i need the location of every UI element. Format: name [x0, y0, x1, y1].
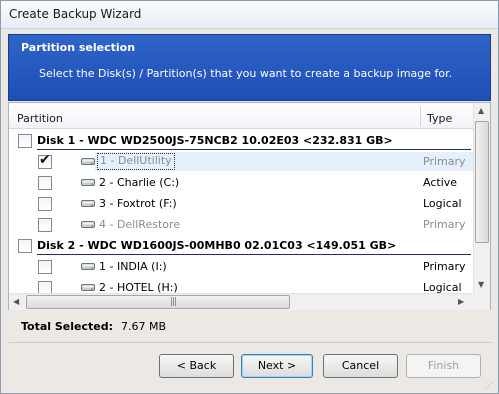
back-button[interactable]: < Back [159, 354, 234, 378]
wizard-header: Partition selection Select the Disk(s) /… [8, 34, 491, 101]
backup-wizard-window: Create Backup Wizard Partition selection… [0, 0, 499, 394]
check-icon: ✔ [39, 152, 51, 168]
partition-label: 4 - DellRestore [99, 218, 181, 231]
partition-label: 3 - Foxtrot (F:) [99, 197, 177, 210]
column-type-header[interactable]: Type [427, 112, 452, 125]
partition-label: 2 - Charlie (C:) [99, 176, 180, 189]
partition-checkbox[interactable] [38, 176, 52, 190]
partition-type: Active [423, 176, 458, 189]
partition-label: 1 - INDIA (I:) [99, 260, 167, 273]
partition-row[interactable]: 1 - INDIA (I:) Primary [9, 256, 473, 277]
horizontal-scrollbar[interactable]: ◀ ||| ▶ [9, 293, 473, 310]
horizontal-scroll-thumb[interactable]: ||| [26, 295, 290, 309]
total-selected-label: Total Selected: [21, 320, 114, 333]
disk-row[interactable]: Disk 1 - WDC WD2500JS-75NCB2 10.02E03 <2… [9, 130, 473, 151]
disk-checkbox[interactable] [18, 239, 32, 253]
hard-drive-icon [81, 218, 95, 230]
scroll-left-icon[interactable]: ◀ [13, 297, 19, 306]
next-button[interactable]: Next > [241, 354, 313, 378]
scroll-grip-icon: ||| [170, 297, 177, 307]
partition-label: 1 - DellUtility [97, 153, 175, 170]
partition-type: Logical [423, 197, 462, 210]
disk-label: Disk 2 - WDC WD1600JS-00MHB0 02.01C03 <1… [37, 239, 397, 252]
partition-checkbox[interactable] [38, 260, 52, 274]
hard-drive-icon [81, 281, 95, 293]
hard-drive-icon [81, 155, 95, 167]
hard-drive-icon [81, 260, 95, 272]
partition-list: Partition Type Disk 1 - WDC WD2500JS-75N… [8, 102, 491, 310]
scroll-down-icon[interactable]: ▼ [478, 280, 484, 289]
column-partition-header[interactable]: Partition [17, 112, 63, 125]
header-description: Select the Disk(s) / Partition(s) that y… [39, 67, 453, 80]
footer-divider [9, 342, 492, 343]
resize-grip-icon[interactable]: ⋰ [485, 381, 493, 390]
partition-type: Primary [423, 155, 466, 168]
vertical-scroll-thumb[interactable] [475, 121, 489, 243]
partition-checkbox[interactable] [38, 218, 52, 232]
disk-separator-line [37, 254, 471, 255]
scroll-corner [473, 293, 490, 310]
disk-row[interactable]: Disk 2 - WDC WD1600JS-00MHB0 02.01C03 <1… [9, 235, 473, 256]
partition-type: Primary [423, 218, 466, 231]
partition-row[interactable]: ✔ 1 - DellUtility Primary [9, 151, 473, 172]
disk-separator-line [37, 149, 471, 150]
vertical-scrollbar[interactable]: ▲ ▼ [473, 103, 490, 293]
partition-row[interactable]: 4 - DellRestore Primary [9, 214, 473, 235]
partition-type: Primary [423, 260, 466, 273]
column-separator[interactable] [420, 107, 421, 126]
cancel-button[interactable]: Cancel [323, 354, 398, 378]
finish-button[interactable]: Finish [406, 354, 481, 378]
column-header: Partition Type [9, 103, 473, 129]
scroll-right-icon[interactable]: ▶ [458, 297, 464, 306]
disk-label: Disk 1 - WDC WD2500JS-75NCB2 10.02E03 <2… [37, 134, 393, 147]
partition-checkbox[interactable] [38, 197, 52, 211]
total-selected-value: 7.67 MB [121, 320, 167, 333]
scroll-up-icon[interactable]: ▲ [478, 106, 484, 115]
partition-checkbox[interactable]: ✔ [38, 152, 52, 169]
window-title: Create Backup Wizard [9, 7, 142, 21]
partition-row[interactable]: 3 - Foxtrot (F:) Logical [9, 193, 473, 214]
header-title: Partition selection [21, 41, 136, 54]
disk-checkbox[interactable] [18, 134, 32, 148]
hard-drive-icon [81, 176, 95, 188]
title-bar: Create Backup Wizard [1, 1, 498, 29]
partition-row[interactable]: 2 - Charlie (C:) Active [9, 172, 473, 193]
hard-drive-icon [81, 197, 95, 209]
